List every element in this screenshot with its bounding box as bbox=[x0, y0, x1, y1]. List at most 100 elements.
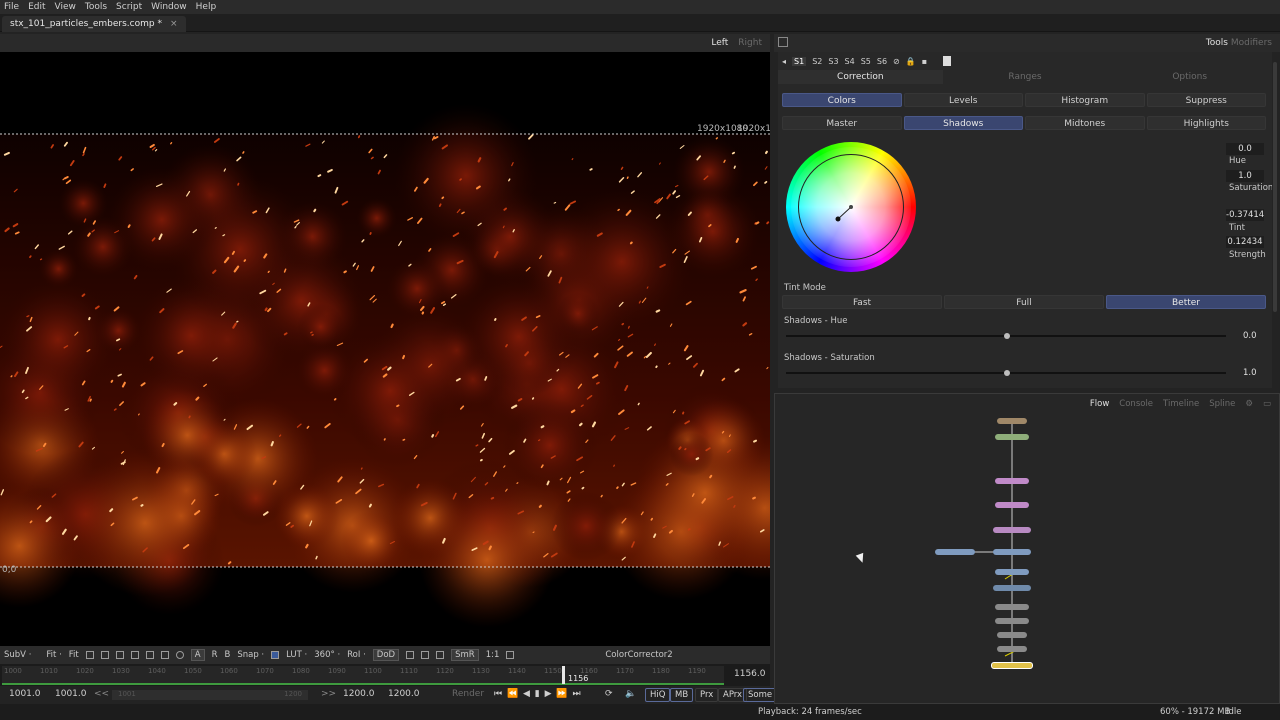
pick-icon[interactable] bbox=[421, 651, 430, 659]
color-wheel[interactable] bbox=[786, 142, 916, 272]
menu-help[interactable]: Help bbox=[196, 2, 217, 12]
tab-correction[interactable]: Correction bbox=[778, 70, 943, 84]
some-button[interactable]: Some bbox=[743, 688, 778, 702]
polyline-icon[interactable] bbox=[85, 651, 94, 659]
viewer-right-button[interactable]: Right bbox=[738, 38, 762, 48]
mode-histogram-button[interactable]: Histogram bbox=[1025, 93, 1145, 107]
slot-s6[interactable]: S6 bbox=[877, 57, 887, 66]
stereo-icon[interactable] bbox=[506, 651, 515, 659]
hue-field[interactable]: 0.0 bbox=[1226, 143, 1264, 155]
range-master-button[interactable]: Master bbox=[782, 116, 902, 130]
slot-s2[interactable]: S2 bbox=[812, 57, 822, 66]
flow-node[interactable] bbox=[993, 527, 1031, 533]
flow-node[interactable] bbox=[997, 632, 1027, 638]
lock-icon[interactable]: 🔒 bbox=[906, 57, 916, 66]
menu-edit[interactable]: Edit bbox=[28, 2, 45, 12]
menu-script[interactable]: Script bbox=[116, 2, 142, 12]
rectangle-icon[interactable] bbox=[160, 651, 169, 659]
color-icon[interactable] bbox=[271, 651, 280, 659]
tint-mode-fast-button[interactable]: Fast bbox=[782, 295, 942, 309]
ratio-button[interactable]: 1:1 bbox=[486, 650, 500, 660]
range-highlights-button[interactable]: Highlights bbox=[1146, 116, 1266, 130]
document-tab[interactable]: stx_101_particles_embers.comp * × bbox=[2, 16, 186, 32]
slot-s1[interactable]: S1 bbox=[792, 56, 807, 66]
shadows-hue-value[interactable]: 0.0 bbox=[1243, 331, 1257, 341]
checker-icon[interactable] bbox=[436, 651, 445, 659]
mode-levels-button[interactable]: Levels bbox=[903, 93, 1023, 107]
flow-node[interactable] bbox=[995, 502, 1029, 508]
inspector-scroll-thumb[interactable] bbox=[1273, 62, 1277, 312]
channel-a-button[interactable]: A bbox=[190, 649, 205, 661]
range-midtones-button[interactable]: Midtones bbox=[1025, 116, 1145, 130]
disable-icon[interactable]: ⊘ bbox=[893, 57, 900, 66]
playhead[interactable] bbox=[562, 666, 565, 684]
flow-node[interactable] bbox=[995, 478, 1029, 484]
shadows-hue-knob[interactable] bbox=[1004, 333, 1010, 339]
grid-icon[interactable] bbox=[115, 651, 124, 659]
transport-buttons[interactable]: ⏮ ⏪ ◀ ▮ ▶ ⏩ ⏭ bbox=[494, 689, 582, 699]
saturation-field[interactable]: 1.0 bbox=[1226, 170, 1264, 182]
render-end-field[interactable]: 1200.0 bbox=[343, 689, 375, 699]
flow-node[interactable] bbox=[993, 549, 1031, 555]
range-back-button[interactable]: << bbox=[94, 689, 109, 699]
back-icon[interactable]: ◂ bbox=[782, 57, 786, 66]
mb-button[interactable]: MB bbox=[670, 688, 694, 702]
lut-button[interactable]: LUT · bbox=[286, 650, 307, 660]
subview-button[interactable]: SubV · bbox=[4, 650, 31, 660]
color-swatch-icon[interactable] bbox=[943, 56, 952, 66]
tab-modifiers[interactable]: Modifiers bbox=[1231, 38, 1272, 48]
render-start-field[interactable]: 1001.0 bbox=[55, 689, 87, 699]
flow-node[interactable] bbox=[995, 618, 1029, 624]
close-icon[interactable]: × bbox=[170, 19, 178, 29]
flow-node[interactable] bbox=[995, 569, 1029, 575]
wand-icon[interactable] bbox=[145, 651, 154, 659]
lock-icon[interactable] bbox=[406, 651, 415, 659]
tab-tools[interactable]: Tools bbox=[1206, 38, 1228, 48]
dod-button[interactable]: DoD bbox=[372, 649, 400, 661]
mode-suppress-button[interactable]: Suppress bbox=[1146, 93, 1266, 107]
smr-button[interactable]: SmR bbox=[451, 649, 479, 661]
menu-file[interactable]: File bbox=[4, 2, 19, 12]
menu-window[interactable]: Window bbox=[151, 2, 187, 12]
collapse-icon[interactable] bbox=[778, 37, 788, 47]
global-end-field[interactable]: 1200.0 bbox=[388, 689, 420, 699]
inspector-scrollbar[interactable] bbox=[1272, 52, 1278, 388]
image-viewer[interactable]: 1920x1080 1920x10 0,0 bbox=[0, 52, 770, 646]
shadows-saturation-knob[interactable] bbox=[1004, 370, 1010, 376]
tint-mode-better-button[interactable]: Better bbox=[1106, 295, 1266, 309]
flow-node[interactable] bbox=[995, 434, 1029, 440]
viewer-left-button[interactable]: Left bbox=[711, 38, 728, 48]
360-button[interactable]: 360° · bbox=[314, 650, 340, 660]
tint-mode-full-button[interactable]: Full bbox=[944, 295, 1104, 309]
slot-s3[interactable]: S3 bbox=[828, 57, 838, 66]
menu-view[interactable]: View bbox=[55, 2, 76, 12]
strength-field[interactable]: 0.12434 bbox=[1226, 236, 1264, 248]
fit-button-2[interactable]: Fit bbox=[69, 650, 79, 660]
slot-s5[interactable]: S5 bbox=[861, 57, 871, 66]
range-slider[interactable]: 1001 1200 bbox=[112, 690, 308, 700]
tab-ranges[interactable]: Ranges bbox=[943, 70, 1108, 84]
prx-button[interactable]: Prx bbox=[695, 688, 719, 702]
range-forward-button[interactable]: >> bbox=[321, 689, 336, 699]
flow-node-selected[interactable] bbox=[991, 662, 1033, 669]
tab-options[interactable]: Options bbox=[1107, 70, 1272, 84]
current-time-field[interactable]: 1156.0 bbox=[734, 669, 766, 679]
flow-node[interactable] bbox=[997, 646, 1027, 652]
save-icon[interactable]: ▪ bbox=[922, 57, 927, 66]
loop-icon[interactable]: ⟳ bbox=[605, 689, 613, 699]
flow-node[interactable] bbox=[935, 549, 975, 555]
ellipse-icon[interactable] bbox=[175, 651, 184, 659]
snap-button[interactable]: Snap · bbox=[237, 650, 264, 660]
flow-node[interactable] bbox=[993, 585, 1031, 591]
hiq-button[interactable]: HiQ bbox=[645, 688, 671, 702]
flow-node[interactable] bbox=[995, 604, 1029, 610]
slot-s4[interactable]: S4 bbox=[845, 57, 855, 66]
menu-tools[interactable]: Tools bbox=[85, 2, 107, 12]
wheel-handle[interactable] bbox=[835, 216, 841, 222]
paint-icon[interactable] bbox=[130, 651, 139, 659]
flow-panel[interactable]: Flow Console Timeline Spline ⚙ ▭ bbox=[774, 393, 1280, 704]
shadows-saturation-value[interactable]: 1.0 bbox=[1243, 368, 1257, 378]
tint-field[interactable]: -0.37414 bbox=[1226, 209, 1264, 221]
bspline-icon[interactable] bbox=[100, 651, 109, 659]
fit-button[interactable]: Fit · bbox=[46, 650, 61, 660]
